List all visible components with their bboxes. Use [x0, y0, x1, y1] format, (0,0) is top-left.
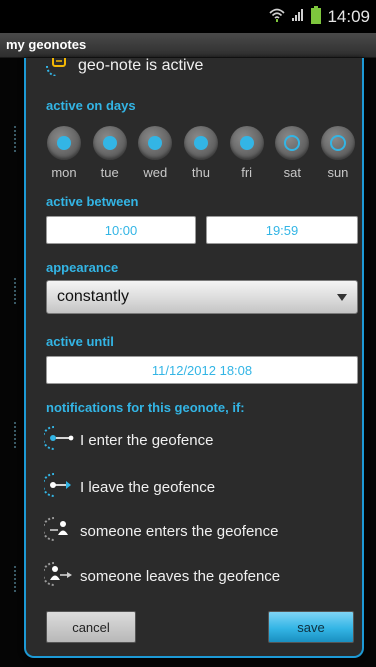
day-sat[interactable]: sat — [274, 126, 310, 186]
day-label: fri — [241, 165, 253, 180]
drag-handle-icon — [14, 278, 24, 304]
day-label: thu — [191, 165, 210, 180]
start-time-field[interactable]: 10:00 — [46, 216, 196, 244]
notify-someone-leaves-option[interactable]: someone leaves the geofence — [42, 560, 281, 592]
wifi-icon — [269, 7, 286, 27]
day-dot-on — [148, 136, 163, 150]
day-dot-on — [102, 136, 117, 150]
notify-enter-option[interactable]: I enter the geofence — [42, 424, 214, 456]
cancel-button[interactable]: cancel — [46, 611, 136, 643]
day-label: wed — [143, 165, 168, 180]
days-header: active on days — [46, 98, 136, 113]
day-toggle[interactable] — [138, 126, 173, 160]
status-bar: 14:09 — [0, 0, 376, 33]
day-mon[interactable]: mon — [46, 126, 82, 186]
day-dot-on — [57, 136, 71, 150]
notify-someone-leaves-label: someone leaves the geofence — [80, 567, 281, 585]
until-header: active until — [46, 334, 114, 349]
notify-leave-option[interactable]: I leave the geofence — [42, 471, 216, 503]
battery-icon — [311, 5, 322, 28]
someone-leaves-icon — [42, 560, 74, 592]
day-fri[interactable]: fri — [229, 126, 265, 186]
drag-handle-icon — [14, 566, 24, 592]
save-button[interactable]: save — [268, 611, 354, 643]
until-date-field[interactable]: 11/12/2012 18:08 — [46, 356, 358, 384]
days-selector: mon tue wed thu fri sat sun — [46, 126, 356, 186]
geonote-settings-dialog: geo-note is active active on days mon tu… — [24, 58, 364, 658]
enter-geofence-icon — [42, 424, 74, 456]
day-dot-on — [193, 136, 208, 150]
drag-handle-icon — [14, 126, 24, 152]
geonote-active-icon — [44, 58, 70, 80]
appearance-dropdown[interactable]: constantly — [46, 280, 358, 314]
day-label: tue — [100, 165, 119, 180]
day-toggle[interactable] — [183, 126, 218, 160]
notifications-header: notifications for this geonote, if: — [46, 400, 245, 415]
day-toggle[interactable] — [229, 126, 264, 160]
day-toggle[interactable] — [320, 126, 355, 160]
someone-enters-icon — [42, 515, 74, 547]
day-sun[interactable]: sun — [320, 126, 356, 186]
notify-leave-label: I leave the geofence — [80, 478, 216, 496]
day-label: sat — [283, 165, 301, 180]
appearance-header: appearance — [46, 260, 119, 275]
day-thu[interactable]: thu — [183, 126, 219, 186]
geo-active-label: geo-note is active — [78, 58, 204, 74]
between-header: active between — [46, 194, 139, 209]
notify-someone-enters-label: someone enters the geofence — [80, 522, 279, 540]
drag-handle-icon — [14, 422, 24, 448]
day-toggle[interactable] — [275, 126, 310, 160]
day-wed[interactable]: wed — [137, 126, 173, 186]
dropdown-arrow-icon — [337, 294, 347, 301]
leave-geofence-icon — [42, 471, 74, 503]
status-time: 14:09 — [327, 6, 370, 26]
notify-enter-label: I enter the geofence — [80, 431, 214, 449]
day-label: mon — [51, 165, 77, 180]
geo-active-toggle[interactable]: geo-note is active — [44, 58, 203, 78]
app-title: my geonotes — [6, 37, 87, 52]
day-toggle[interactable] — [47, 126, 81, 160]
day-dot-on — [239, 136, 254, 150]
app-title-bar: my geonotes — [0, 33, 376, 58]
notify-someone-enters-option[interactable]: someone enters the geofence — [42, 515, 279, 547]
day-tue[interactable]: tue — [92, 126, 128, 186]
day-dot-off — [284, 135, 301, 151]
end-time-field[interactable]: 19:59 — [206, 216, 358, 244]
appearance-value: constantly — [57, 288, 130, 305]
day-label: sun — [327, 165, 349, 180]
signal-icon — [291, 7, 305, 26]
day-dot-off — [329, 135, 346, 151]
day-toggle[interactable] — [92, 126, 127, 160]
